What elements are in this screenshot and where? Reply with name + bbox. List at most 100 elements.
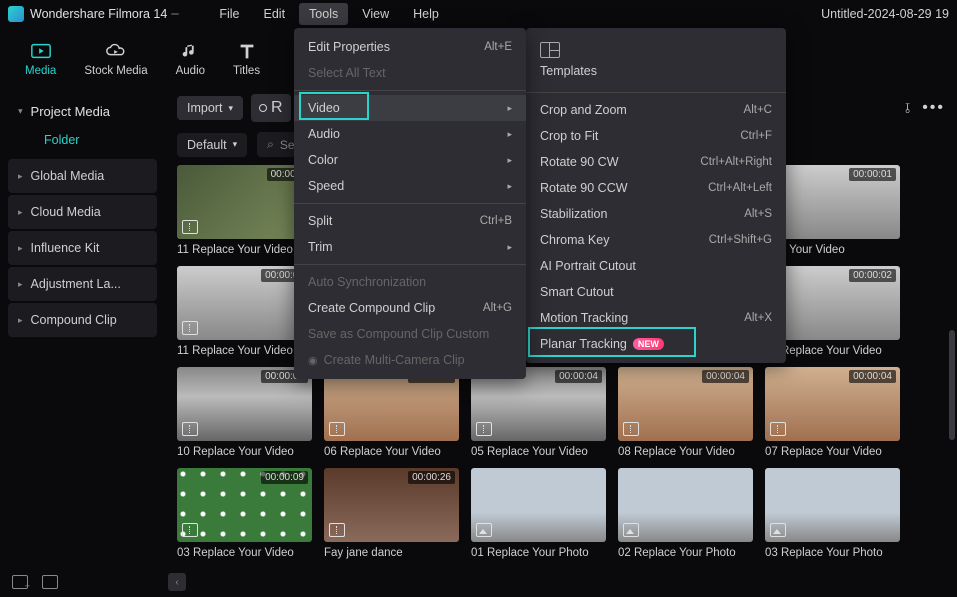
card-label: 10 Replace Your Video — [177, 446, 312, 458]
sidebar-compound-clip[interactable]: ▸Compound Clip — [8, 303, 157, 337]
menu-select-all-text: Select All Text — [294, 60, 526, 86]
music-icon — [178, 41, 202, 61]
tab-stock-media[interactable]: Stock Media — [84, 41, 147, 77]
app-logo — [8, 6, 24, 22]
menu-smart-cutout[interactable]: Smart Cutout — [526, 279, 786, 305]
video-icon — [623, 422, 639, 436]
sidebar-global-media[interactable]: ▸Global Media — [8, 159, 157, 193]
menu-auto-sync: Auto Synchronization — [294, 269, 526, 295]
tab-titles[interactable]: Titles — [233, 41, 260, 77]
media-card[interactable]: 00:00:0903 Replace Your Video — [177, 468, 312, 559]
tab-audio[interactable]: Audio — [176, 41, 205, 77]
duration-badge: 00:00:02 — [849, 269, 896, 282]
chevron-right-icon: ▸ — [507, 155, 512, 166]
card-label: 11 Replace Your Video — [177, 244, 312, 256]
menu-audio[interactable]: Audio▸ — [294, 121, 526, 147]
duration-badge: 00:00:04 — [555, 370, 602, 383]
thumbnail: 00:00:04 — [177, 367, 312, 441]
new-folder-button[interactable] — [12, 575, 28, 589]
media-card[interactable]: 00:00:04 07 Replace Your Video — [765, 367, 900, 458]
media-card[interactable]: 02 Replace Your Photo — [618, 468, 753, 559]
tab-label: Titles — [233, 65, 260, 77]
sidebar-influence-kit[interactable]: ▸Influence Kit — [8, 231, 157, 265]
menu-save-compound: Save as Compound Clip Custom — [294, 321, 526, 347]
thumbnail: 00:00:2 — [177, 165, 312, 239]
templates-header[interactable]: Templates — [526, 34, 786, 88]
tools-menu-dropdown: Edit PropertiesAlt+E Select All Text Vid… — [294, 28, 526, 379]
record-icon — [259, 104, 267, 112]
chevron-right-icon: ▸ — [18, 243, 23, 254]
card-label: 07 Replace Your Video — [765, 446, 900, 458]
menu-edit-properties[interactable]: Edit PropertiesAlt+E — [294, 34, 526, 60]
menu-crop-fit[interactable]: Crop to FitCtrl+F — [526, 123, 786, 149]
media-card[interactable]: 00:00:0405 Replace Your Video — [471, 367, 606, 458]
menu-motion-tracking[interactable]: Motion TrackingAlt+X — [526, 305, 786, 331]
menu-trim[interactable]: Trim▸ — [294, 234, 526, 260]
menu-ai-portrait[interactable]: AI Portrait Cutout — [526, 253, 786, 279]
menu-split[interactable]: SplitCtrl+B — [294, 208, 526, 234]
duration-badge: 00:00:04 — [849, 370, 896, 383]
menu-speed[interactable]: Speed▸ — [294, 173, 526, 199]
chevron-right-icon: ▸ — [18, 315, 23, 326]
sidebar-project-media[interactable]: ▸Project Media — [8, 96, 157, 127]
media-card[interactable]: 00:00:03 11 Replace Your Video — [177, 266, 312, 357]
thumbnail: 00:00:26 — [324, 468, 459, 542]
card-label: 11 Replace Your Video — [177, 345, 312, 357]
tab-media[interactable]: Media — [25, 41, 56, 77]
sidebar-adjustment-layer[interactable]: ▸Adjustment La... — [8, 267, 157, 301]
card-label: 08 Replace Your Video — [618, 446, 753, 458]
record-button[interactable]: R — [251, 94, 291, 122]
scrollbar[interactable] — [949, 330, 955, 440]
video-icon — [770, 422, 786, 436]
separator — [294, 90, 526, 91]
card-label: 01 Replace Your Photo — [471, 547, 606, 559]
thumbnail — [765, 468, 900, 542]
sidebar-cloud-media[interactable]: ▸Cloud Media — [8, 195, 157, 229]
camera-icon: ◉ — [308, 354, 318, 367]
card-label: 03 Replace Your Photo — [765, 547, 900, 559]
collapse-sidebar-button[interactable]: ‹ — [168, 573, 186, 591]
menu-rotate-cw[interactable]: Rotate 90 CWCtrl+Alt+Right — [526, 149, 786, 175]
media-card[interactable]: 00:00:2 11 Replace Your Video — [177, 165, 312, 256]
media-card[interactable]: 01 Replace Your Photo — [471, 468, 606, 559]
menu-video[interactable]: Video▸ — [294, 95, 526, 121]
media-card[interactable]: 00:00:0406 Replace Your Video — [324, 367, 459, 458]
card-label: 02 Replace Your Photo — [618, 547, 753, 559]
video-icon — [329, 523, 345, 537]
sort-dropdown[interactable]: Default▾ — [177, 133, 247, 157]
menu-stabilization[interactable]: StabilizationAlt+S — [526, 201, 786, 227]
media-card[interactable]: 00:00:26Fay jane dance — [324, 468, 459, 559]
card-label: 03 Replace Your Video — [177, 547, 312, 559]
sidebar-folder[interactable]: Folder — [8, 127, 157, 157]
menu-chroma-key[interactable]: Chroma KeyCtrl+Shift+G — [526, 227, 786, 253]
media-card[interactable]: 00:00:04 08 Replace Your Video — [618, 367, 753, 458]
menu-color[interactable]: Color▸ — [294, 147, 526, 173]
media-card[interactable]: 00:00:04 10 Replace Your Video — [177, 367, 312, 458]
folder-button[interactable] — [42, 575, 58, 589]
chevron-right-icon: ▸ — [507, 181, 512, 192]
menu-rotate-ccw[interactable]: Rotate 90 CCWCtrl+Alt+Left — [526, 175, 786, 201]
thumbnail: 00:00:04 — [618, 367, 753, 441]
chevron-right-icon: ▸ — [18, 207, 23, 218]
import-button[interactable]: Import▾ — [177, 96, 243, 120]
menu-create-compound[interactable]: Create Compound ClipAlt+G — [294, 295, 526, 321]
menu-planar-tracking[interactable]: Planar Tracking NEW — [526, 331, 786, 357]
menu-view[interactable]: View — [352, 3, 399, 25]
menu-tools[interactable]: Tools — [299, 3, 348, 25]
menu-edit[interactable]: Edit — [254, 3, 296, 25]
new-badge: NEW — [633, 338, 664, 350]
thumbnail: 00:00:03 — [177, 266, 312, 340]
chevron-right-icon: ▸ — [18, 279, 23, 290]
filter-icon[interactable]: ⫱ — [905, 100, 910, 117]
text-icon — [235, 41, 259, 61]
chevron-right-icon: ▸ — [507, 103, 512, 114]
separator — [294, 264, 526, 265]
menu-help[interactable]: Help — [403, 3, 449, 25]
more-icon[interactable]: ••• — [922, 99, 945, 117]
chevron-right-icon: ▸ — [507, 129, 512, 140]
media-card[interactable]: 03 Replace Your Photo — [765, 468, 900, 559]
menu-file[interactable]: File — [209, 3, 249, 25]
app-title: Wondershare Filmora 14 — [30, 7, 167, 21]
separator — [526, 92, 786, 93]
menu-crop-zoom[interactable]: Crop and ZoomAlt+C — [526, 97, 786, 123]
